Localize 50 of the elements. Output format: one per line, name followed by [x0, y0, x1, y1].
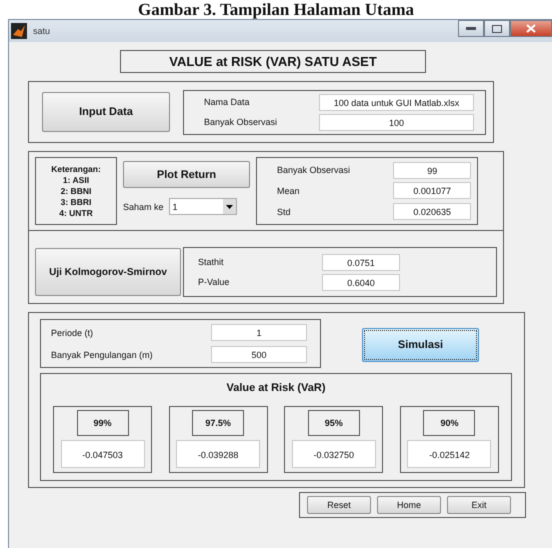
stat-label: Stathit	[198, 257, 225, 267]
field-label: Banyak Observasi	[204, 117, 278, 127]
stat-label: Banyak Observasi	[277, 165, 352, 176]
field-label: Banyak Pengulangan (m)	[51, 350, 154, 360]
legend-text: Keterangan:	[51, 164, 101, 174]
var-field: -0.025142	[407, 440, 492, 468]
legend-text: 1: ASII	[62, 174, 90, 186]
app-icon	[11, 23, 27, 39]
confidence-label: 95%	[308, 410, 360, 436]
stat-field: 0.0751	[322, 254, 400, 270]
var-field: -0.032750	[292, 440, 376, 468]
stat-label: Mean	[277, 186, 301, 196]
input-field[interactable]: 1	[211, 324, 307, 341]
simulate-button[interactable]: Simulasi	[362, 328, 479, 362]
maximize-icon	[492, 24, 502, 32]
close-icon	[526, 24, 536, 33]
kolmogorov-smirnov-button[interactable]: Uji Kolmogorov-Smirnov	[35, 248, 181, 296]
stat-field: 99	[393, 162, 471, 179]
stat-field: 0.020635	[393, 203, 471, 220]
legend-text: 4: UNTR	[59, 208, 93, 218]
plot-return-button[interactable]: Plot Return	[123, 161, 250, 188]
field-label: Periode (t)	[51, 328, 94, 338]
stat-label: Std	[277, 206, 292, 217]
field-label: Nama Data	[204, 97, 251, 107]
var-field: -0.047503	[60, 440, 144, 468]
stat-label: P-Value	[198, 277, 230, 287]
figure-caption: Gambar 3. Tampilan Halaman Utama	[137, 0, 415, 19]
stat-field: 0.6040	[322, 274, 400, 290]
confidence-label: 97.5%	[192, 410, 244, 436]
confidence-label: 99%	[76, 410, 128, 436]
minimize-button[interactable]	[458, 20, 484, 37]
legend-text: 3: BBRI	[60, 196, 92, 208]
input-data-button[interactable]: Input Data	[42, 92, 170, 132]
footer-button[interactable]: Exit	[447, 496, 511, 514]
dropdown-arrow-icon	[226, 204, 233, 208]
footer-button[interactable]: Home	[377, 496, 441, 514]
footer-button[interactable]: Reset	[307, 496, 371, 514]
legend-text: 2: BBNI	[60, 186, 92, 196]
confidence-label: 90%	[423, 410, 476, 436]
close-button[interactable]	[510, 20, 552, 37]
maximize-button[interactable]	[484, 20, 510, 37]
stat-field: 0.001077	[393, 182, 471, 200]
input-field[interactable]: 500	[211, 346, 307, 363]
app-heading: VALUE at RISK (VAR) SATU ASET	[120, 50, 426, 73]
minimize-icon	[466, 26, 476, 30]
var-title: Value at Risk (VaR)	[225, 382, 327, 394]
window-title: satu	[33, 26, 50, 36]
select-label: Saham ke	[123, 202, 164, 212]
stock-dropdown[interactable]: 1	[168, 198, 237, 215]
var-field: -0.039288	[176, 440, 260, 468]
